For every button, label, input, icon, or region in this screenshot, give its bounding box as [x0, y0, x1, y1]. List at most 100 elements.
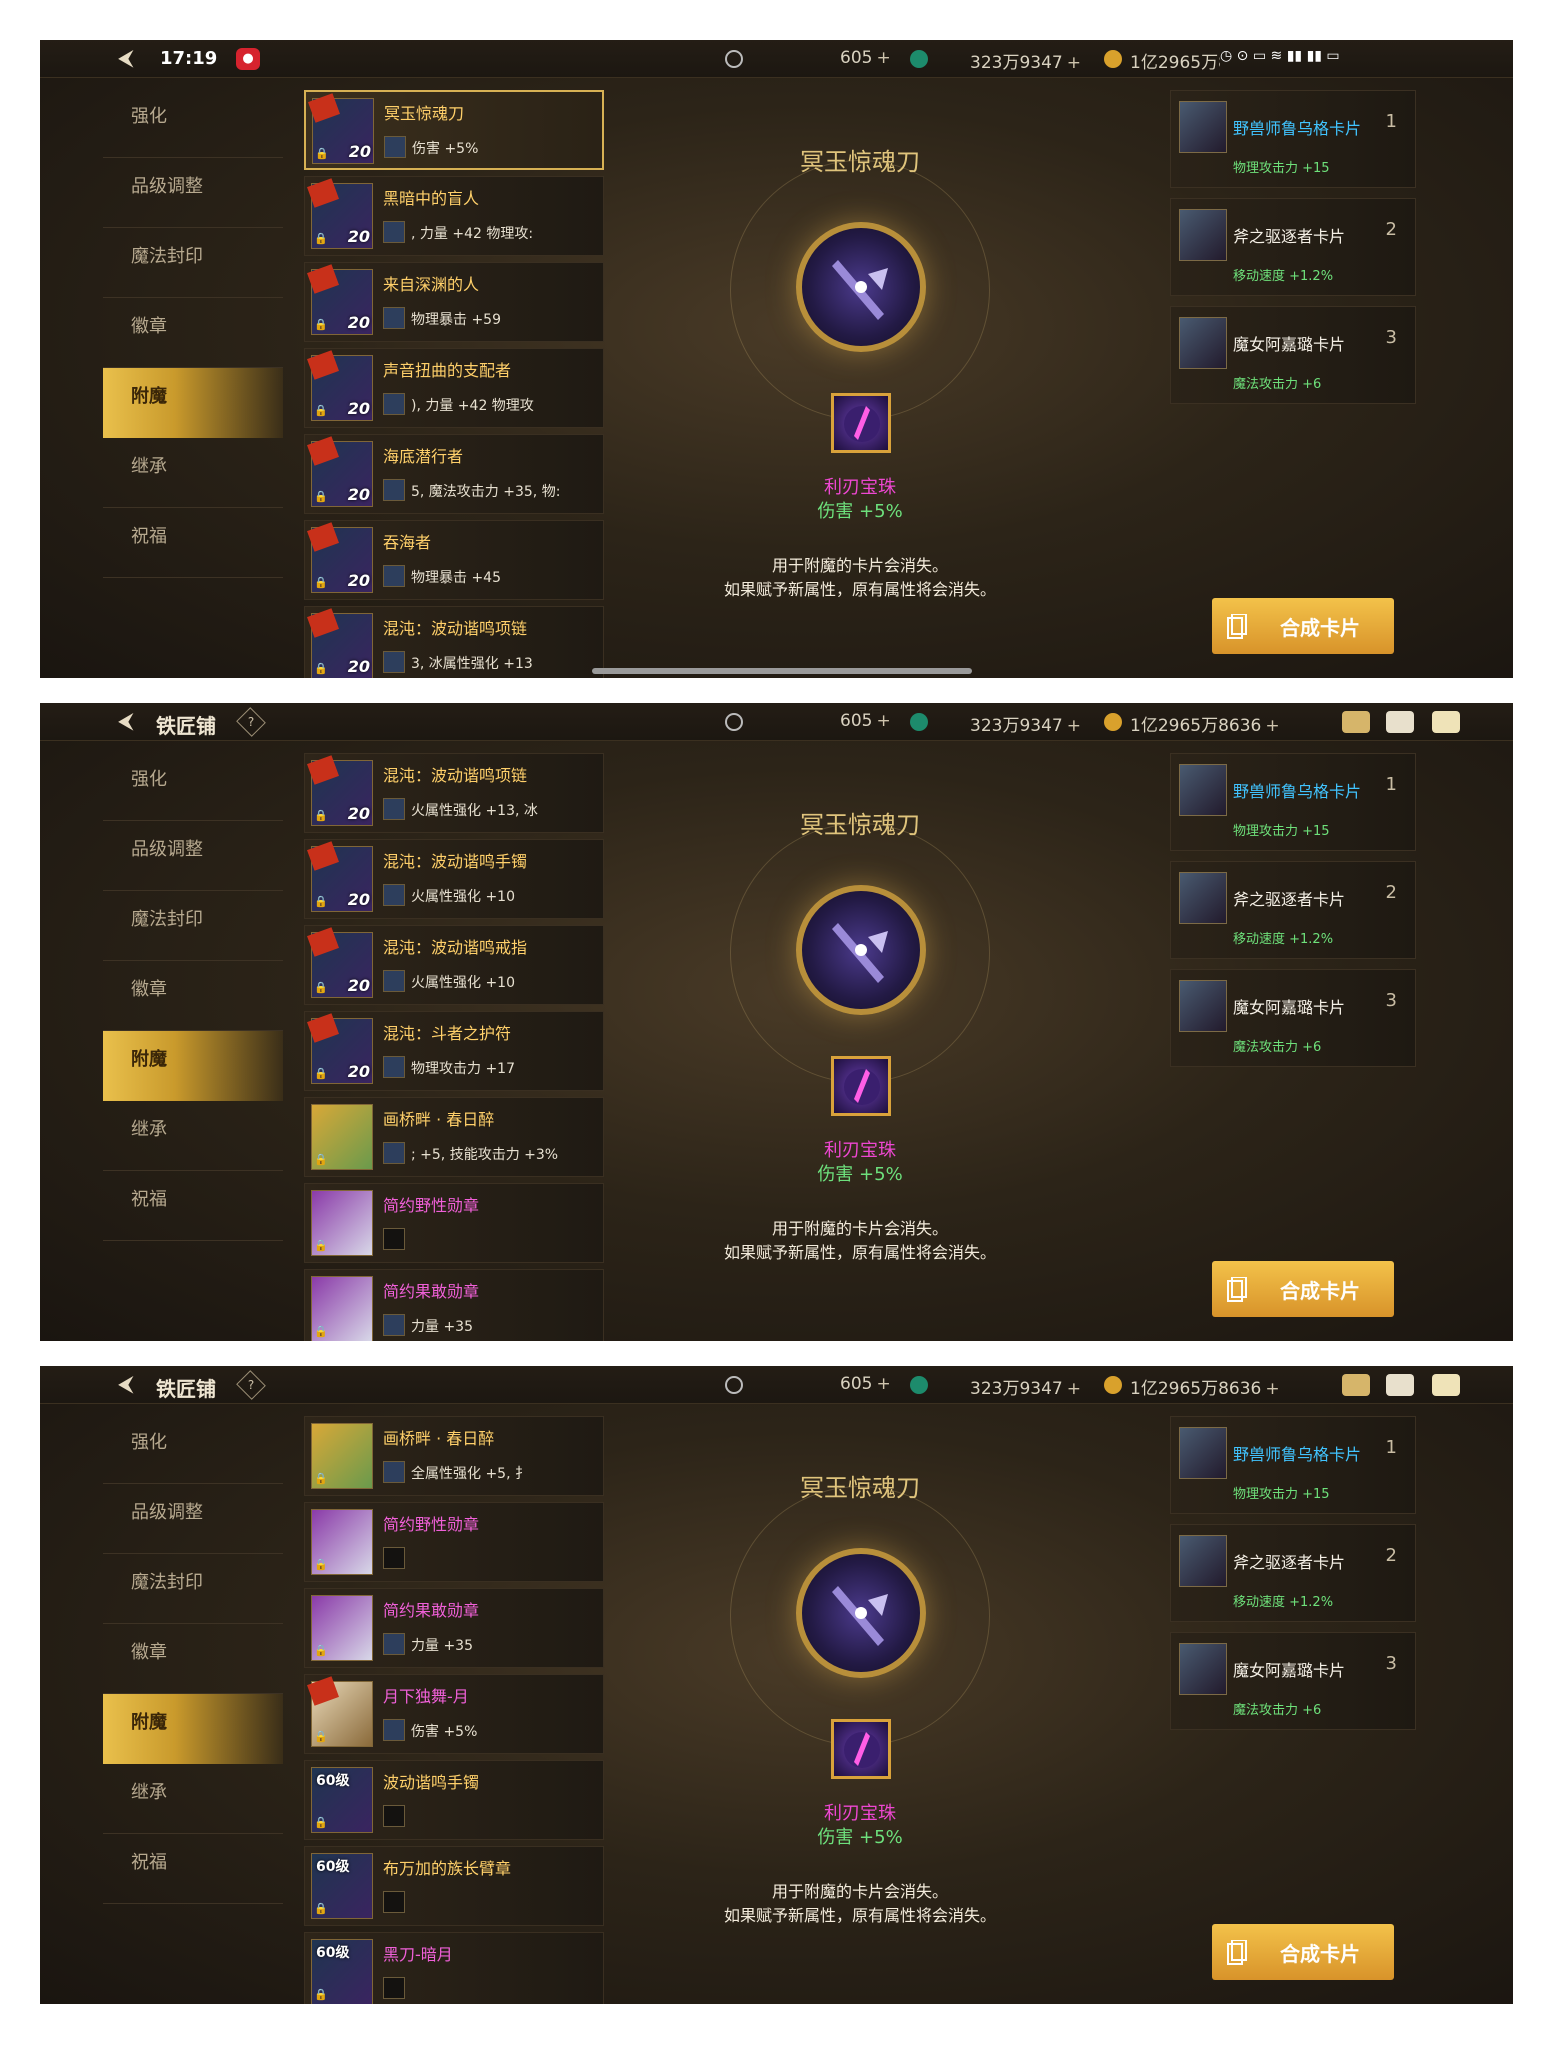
- back-arrow-icon[interactable]: ⮜: [118, 1374, 146, 1396]
- sword-icon: [832, 260, 888, 320]
- mail-icon[interactable]: [1386, 1374, 1414, 1396]
- equipment-list[interactable]: 🔒 20 混沌：波动谐鸣项链 火属性强化 +13, 冰 🔒 20 混沌：波动谐鸣手镯…: [264, 753, 604, 1341]
- item-slot[interactable]: [796, 885, 926, 1015]
- tab-bless[interactable]: 祝福: [103, 508, 283, 578]
- equipment-row[interactable]: 60级 🔒 布万加的族长臂章: [304, 1846, 604, 1926]
- gem-slot[interactable]: [831, 1056, 891, 1116]
- equipment-list[interactable]: 🔒 20 冥玉惊魂刀 伤害 +5% 🔒 20 黑暗中的盲人 , 力量 +42 物理攻…: [264, 90, 604, 678]
- equipment-row[interactable]: 🔒 简约野性勋章: [304, 1502, 604, 1582]
- screenshot-panel-1: ⮜ 17:19 ● 605+ 323万9347+ 1亿2965万8636 ◷ ⊙…: [40, 40, 1513, 678]
- card-item[interactable]: 魔女阿嘉璐卡片 3 魔法攻击力 +6: [1170, 306, 1416, 404]
- equipment-row[interactable]: 🔒 20 黑暗中的盲人 , 力量 +42 物理攻:: [304, 176, 604, 256]
- mail-icon[interactable]: [1386, 711, 1414, 733]
- equipment-row[interactable]: 🔒 20 混沌：波动谐鸣项链 火属性强化 +13, 冰: [304, 753, 604, 833]
- tab-grade[interactable]: 品级调整: [103, 1484, 283, 1554]
- tab-enchant[interactable]: 附魔: [103, 368, 283, 438]
- tab-enchant[interactable]: 附魔: [103, 1031, 283, 1101]
- equipment-row[interactable]: 🔒 20 声音扭曲的支配者 ), 力量 +42 物理攻: [304, 348, 604, 428]
- chat-icon[interactable]: [1432, 1374, 1460, 1396]
- equipment-thumb: 🔒 20: [307, 608, 373, 678]
- enhance-badge-icon: [307, 755, 339, 785]
- synthesize-card-button[interactable]: 合成卡片: [1212, 1924, 1394, 1980]
- equipment-list[interactable]: 🔒 画桥畔 · 春日醉 全属性强化 +5, 扌 🔒 简约野性勋章 🔒 简约果敢勋…: [264, 1416, 604, 2004]
- back-arrow-icon[interactable]: ⮜: [118, 48, 146, 70]
- help-icon[interactable]: ?: [236, 1370, 266, 1400]
- add-diamond-button[interactable]: +: [876, 711, 890, 731]
- equipment-row[interactable]: 🔒 20 吞海者 物理暴击 +45: [304, 520, 604, 600]
- tab-emblem[interactable]: 徽章: [103, 961, 283, 1031]
- card-item[interactable]: 野兽师鲁乌格卡片 1 物理攻击力 +15: [1170, 1416, 1416, 1514]
- help-icon[interactable]: ?: [236, 707, 266, 737]
- card-slot-icon: [383, 1056, 405, 1078]
- add-gem-button[interactable]: +: [1067, 1379, 1081, 1399]
- card-slot-icon: [383, 1461, 405, 1483]
- add-coin-button[interactable]: +: [1265, 716, 1279, 736]
- pouch-icon[interactable]: [1342, 1374, 1370, 1396]
- card-item[interactable]: 野兽师鲁乌格卡片 1 物理攻击力 +15: [1170, 753, 1416, 851]
- tab-seal[interactable]: 魔法封印: [103, 891, 283, 961]
- equipment-row[interactable]: 🔒 简约野性勋章: [304, 1183, 604, 1263]
- card-item[interactable]: 魔女阿嘉璐卡片 3 魔法攻击力 +6: [1170, 1632, 1416, 1730]
- equipment-row[interactable]: 🔒 20 混沌：波动谐鸣戒指 火属性强化 +10: [304, 925, 604, 1005]
- tab-enchant[interactable]: 附魔: [103, 1694, 283, 1764]
- equipment-name: 吞海者: [383, 533, 432, 552]
- equipment-row[interactable]: 60级 🔒 黑刀-暗月: [304, 1932, 604, 2004]
- equipment-row[interactable]: 🔒 画桥畔 · 春日醉 ; +5, 技能攻击力 +3%: [304, 1097, 604, 1177]
- tab-emblem[interactable]: 徽章: [103, 1624, 283, 1694]
- tab-enhance[interactable]: 强化: [103, 1414, 283, 1484]
- back-arrow-icon[interactable]: ⮜: [118, 711, 146, 733]
- equipment-name: 画桥畔 · 春日醉: [383, 1110, 495, 1129]
- tab-enhance[interactable]: 强化: [103, 88, 283, 158]
- equipment-row[interactable]: 🔒 20 海底潜行者 5, 魔法攻击力 +35, 物:: [304, 434, 604, 514]
- screenshot-panel-2: ⮜ 铁匠铺 ? 605 + 323万9347 + 1亿2965万8636 + 强化 品…: [40, 703, 1513, 1341]
- tab-grade[interactable]: 品级调整: [103, 158, 283, 228]
- equipment-row[interactable]: 🔒 20 混沌：波动谐鸣项链 3, 冰属性强化 +13: [304, 606, 604, 678]
- card-item[interactable]: 斧之驱逐者卡片 2 移动速度 +1.2%: [1170, 198, 1416, 296]
- card-slot-icon: [383, 479, 405, 501]
- equipment-row[interactable]: 🔒 20 冥玉惊魂刀 伤害 +5%: [304, 90, 604, 170]
- tab-inherit[interactable]: 继承: [103, 438, 283, 508]
- equipment-row[interactable]: 60级 🔒 波动谐鸣手镯: [304, 1760, 604, 1840]
- equipment-row[interactable]: 🔒 20 来自深渊的人 物理暴击 +59: [304, 262, 604, 342]
- item-slot[interactable]: [796, 222, 926, 352]
- pouch-icon[interactable]: [1342, 711, 1370, 733]
- add-coin-button[interactable]: +: [1265, 1379, 1279, 1399]
- card-item[interactable]: 魔女阿嘉璐卡片 3 魔法攻击力 +6: [1170, 969, 1416, 1067]
- item-slot[interactable]: [796, 1548, 926, 1678]
- equipment-row[interactable]: 🔒 画桥畔 · 春日醉 全属性强化 +5, 扌: [304, 1416, 604, 1496]
- equipment-name: 来自深渊的人: [383, 275, 480, 294]
- synthesize-card-button[interactable]: 合成卡片: [1212, 598, 1394, 654]
- equipment-row[interactable]: 🔒 简约果敢勋章 力量 +35: [304, 1588, 604, 1668]
- top-bar: ⮜ 铁匠铺 ? 605 + 323万9347 + 1亿2965万8636 +: [40, 703, 1513, 741]
- card-item[interactable]: 斧之驱逐者卡片 2 移动速度 +1.2%: [1170, 1524, 1416, 1622]
- tab-enhance[interactable]: 强化: [103, 751, 283, 821]
- synthesize-card-button[interactable]: 合成卡片: [1212, 1261, 1394, 1317]
- equipment-row[interactable]: 🔒 20 混沌：斗者之护符 物理攻击力 +17: [304, 1011, 604, 1091]
- gem-slot[interactable]: [831, 393, 891, 453]
- equipment-stat: 全属性强化 +5, 扌: [411, 1466, 529, 1482]
- card-count: 2: [1385, 219, 1397, 240]
- card-item[interactable]: 野兽师鲁乌格卡片 1 物理攻击力 +15: [1170, 90, 1416, 188]
- equipment-row[interactable]: 🔒 20 混沌：波动谐鸣手镯 火属性强化 +10: [304, 839, 604, 919]
- tab-seal[interactable]: 魔法封印: [103, 1554, 283, 1624]
- add-diamond-button[interactable]: +: [876, 1374, 890, 1394]
- add-diamond-button[interactable]: +: [876, 48, 890, 68]
- chat-icon[interactable]: [1432, 711, 1460, 733]
- tab-inherit[interactable]: 继承: [103, 1101, 283, 1171]
- gem-slot[interactable]: [831, 1719, 891, 1779]
- equipment-row[interactable]: 🔒 月下独舞-月 伤害 +5%: [304, 1674, 604, 1754]
- add-gem-button[interactable]: +: [1067, 716, 1081, 736]
- tab-seal[interactable]: 魔法封印: [103, 228, 283, 298]
- equipment-thumb: 🔒: [311, 1190, 373, 1256]
- card-slot-icon: [383, 798, 405, 820]
- card-item[interactable]: 斧之驱逐者卡片 2 移动速度 +1.2%: [1170, 861, 1416, 959]
- lock-icon: 🔒: [314, 1239, 328, 1252]
- tab-inherit[interactable]: 继承: [103, 1764, 283, 1834]
- add-gem-button[interactable]: +: [1067, 53, 1081, 73]
- tab-bless[interactable]: 祝福: [103, 1834, 283, 1904]
- tab-grade[interactable]: 品级调整: [103, 821, 283, 891]
- tab-bless[interactable]: 祝福: [103, 1171, 283, 1241]
- equipment-row[interactable]: 🔒 简约果敢勋章 力量 +35: [304, 1269, 604, 1341]
- tab-emblem[interactable]: 徽章: [103, 298, 283, 368]
- card-portrait: [1179, 980, 1227, 1032]
